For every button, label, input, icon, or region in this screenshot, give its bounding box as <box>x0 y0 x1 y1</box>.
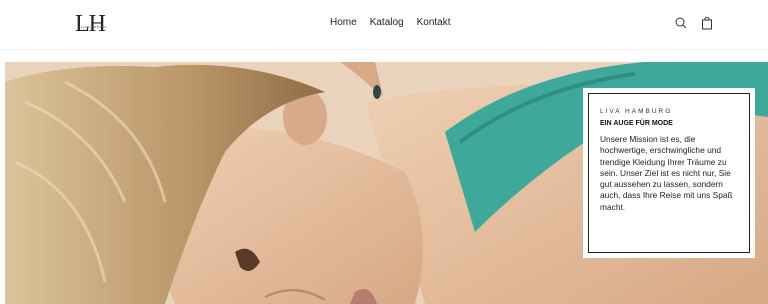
card-text: Unsere Mission ist es, die hochwertige, … <box>600 134 733 212</box>
nav-home[interactable]: Home <box>330 17 357 28</box>
card-tagline: EIN AUGE FÜR MODE <box>600 120 673 127</box>
logo-subtitle: LIVA HAMBURG <box>79 25 108 29</box>
info-card: LIVA HAMBURG EIN AUGE FÜR MODE Unsere Mi… <box>583 88 755 258</box>
search-icon[interactable] <box>674 15 688 31</box>
main-nav: Home Katalog Kontakt <box>330 17 451 28</box>
nav-kontakt[interactable]: Kontakt <box>417 17 451 28</box>
logo-letters: LH <box>75 11 106 37</box>
cart-icon[interactable] <box>700 15 714 31</box>
site-header: LH LIVA HAMBURG Home Katalog Kontakt <box>0 0 768 50</box>
card-brand: LIVA HAMBURG <box>600 108 673 115</box>
logo[interactable]: LH LIVA HAMBURG <box>75 10 115 38</box>
nav-katalog[interactable]: Katalog <box>370 17 404 28</box>
header-icons <box>674 15 714 31</box>
info-card-frame: LIVA HAMBURG EIN AUGE FÜR MODE Unsere Mi… <box>588 93 750 253</box>
